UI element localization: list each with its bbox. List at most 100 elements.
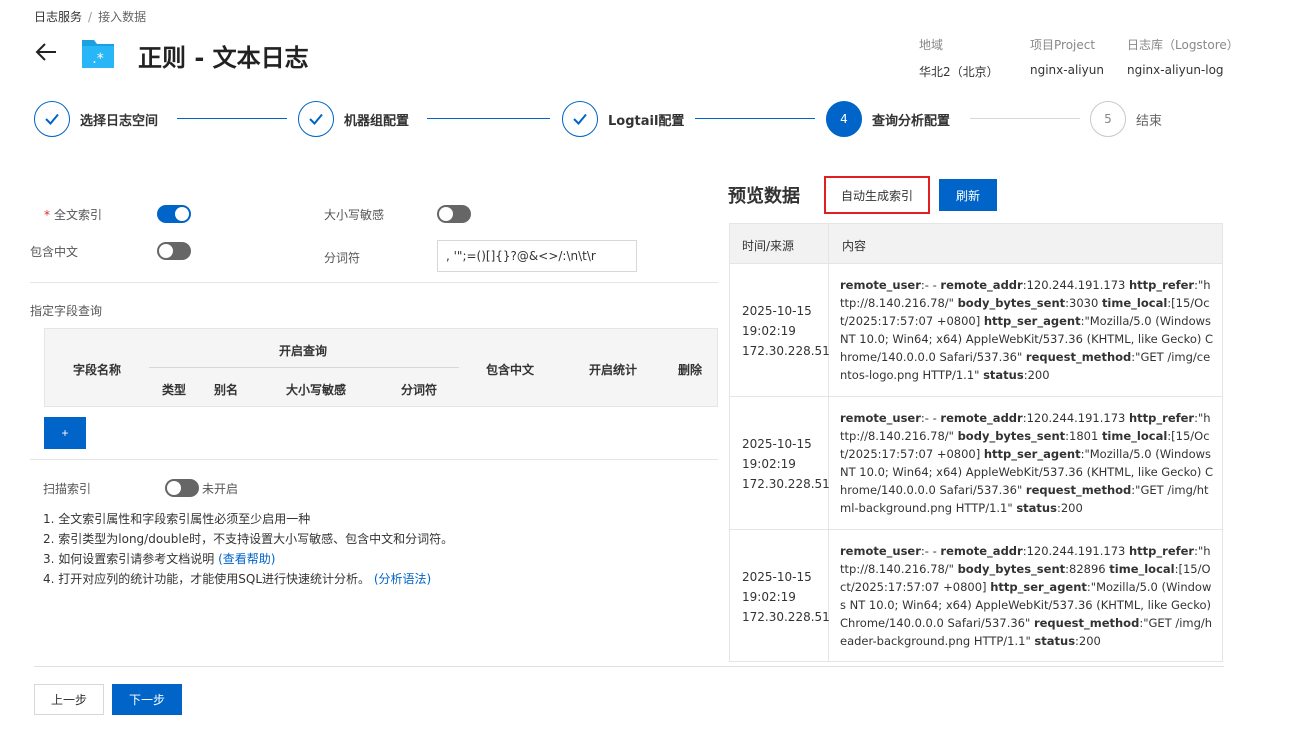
th-delimiter: 分词符 — [401, 383, 438, 397]
col-content: 内容 — [842, 239, 867, 253]
breadcrumb-root[interactable]: 日志服务 — [34, 10, 82, 24]
log-field-value: :120.244.191.173 — [1022, 278, 1129, 292]
log-field-value: :200 — [1056, 501, 1083, 515]
step-connector — [177, 118, 287, 119]
page-title: 正则 - 文本日志 — [138, 44, 309, 72]
breadcrumb: 日志服务 / 接入数据 — [34, 8, 146, 25]
check-icon — [298, 101, 334, 137]
required-mark: * — [44, 208, 50, 222]
log-field-key: remote_user — [840, 411, 921, 425]
syntax-link[interactable]: (分析语法) — [374, 572, 431, 586]
row-meta: 2025-10-15 19:02:19 172.30.228.51 — [742, 304, 830, 358]
log-field-key: remote_user — [840, 544, 921, 558]
th-field-name: 字段名称 — [73, 363, 122, 377]
log-field-value: :200 — [1075, 634, 1101, 648]
row-content: remote_user:- - remote_addr:120.244.191.… — [840, 542, 1214, 650]
delimiter-label: 分词符 — [324, 251, 361, 265]
col-time-source: 时间/来源 — [742, 239, 795, 253]
next-step-button[interactable]: 下一步 — [112, 684, 182, 715]
prev-step-button[interactable]: 上一步 — [34, 684, 104, 715]
table-row: 2025-10-15 19:02:19 172.30.228.51 remote_u… — [730, 530, 1222, 661]
note-item: 2. 索引类型为long/double时，不支持设置大小写敏感、包含中文和分词符… — [43, 532, 454, 546]
fulltext-index-toggle[interactable] — [157, 205, 191, 223]
refresh-button[interactable]: 刷新 — [939, 179, 997, 211]
log-field-key: remote_addr — [940, 544, 1023, 558]
log-field-value: :- - — [920, 411, 941, 425]
step-logtail-config: Logtail配置 — [562, 101, 684, 137]
divider — [30, 282, 718, 283]
log-field-key: request_method — [1025, 483, 1132, 497]
log-field-value: :200 — [1023, 368, 1050, 382]
log-field-value: :- - — [920, 544, 941, 558]
folder-star-icon: .* — [80, 36, 116, 70]
th-delete: 删除 — [678, 363, 703, 377]
meta-logstore: 日志库（Logstore） nginx-aliyun-log — [1127, 36, 1239, 77]
step-connector — [970, 118, 1080, 119]
help-link[interactable]: (查看帮助) — [218, 552, 275, 566]
add-field-button[interactable]: + — [44, 417, 86, 449]
th-enable-query: 开启查询 — [279, 344, 328, 358]
note-item: 4. 打开对应列的统计功能，才能使用SQL进行快速统计分析。 (分析语法) — [43, 572, 432, 586]
row-content: remote_user:- - remote_addr:120.244.191.… — [840, 276, 1214, 384]
delimiter-input[interactable] — [437, 240, 637, 272]
th-alias: 别名 — [214, 383, 239, 397]
footer-divider — [34, 666, 1224, 667]
step-connector — [427, 118, 550, 119]
meta-logstore-value: nginx-aliyun-log — [1127, 63, 1224, 77]
breadcrumb-current: 接入数据 — [98, 10, 147, 24]
log-field-key: http_ser_agent — [983, 447, 1081, 461]
log-field-key: remote_user — [840, 278, 921, 292]
log-field-key: request_method — [1033, 616, 1140, 630]
log-field-value: :- - — [920, 278, 941, 292]
step-label: 查询分析配置 — [872, 113, 951, 129]
notes-list: 1. 全文索引属性和字段索引属性必须至少启用一种 2. 索引类型为long/do… — [43, 509, 453, 589]
step-number: 4 — [826, 101, 862, 137]
step-finish: 5 结束 — [1090, 101, 1162, 137]
divider — [30, 459, 718, 460]
scan-index-toggle[interactable] — [165, 479, 199, 497]
th-include-chinese: 包含中文 — [486, 363, 535, 377]
table-row: 2025-10-15 19:02:19 172.30.228.51 remote_u… — [730, 397, 1222, 530]
note-item: 1. 全文索引属性和字段索引属性必须至少启用一种 — [43, 512, 311, 526]
log-field-value: :1801 — [1065, 429, 1102, 443]
field-index-table: 字段名称 开启查询 类型 别名 大小写敏感 分词符 包含中文 开启统计 删除 — [44, 328, 718, 407]
th-case-sensitive: 大小写敏感 — [286, 383, 347, 397]
meta-region: 地域 华北2（北京） — [919, 36, 999, 80]
case-sensitive-toggle[interactable] — [437, 205, 471, 223]
meta-region-value: 华北2（北京） — [919, 65, 999, 79]
preview-table: 时间/来源 内容 2025-10-15 19:02:19 172.30.228.51… — [729, 223, 1223, 662]
check-icon — [34, 101, 70, 137]
header-divider — [149, 367, 459, 368]
step-connector — [695, 118, 815, 119]
log-field-key: status — [1034, 634, 1076, 648]
include-chinese-label: 包含中文 — [30, 245, 79, 259]
step-label: 结束 — [1136, 113, 1163, 129]
fulltext-index-label: * 全文索引 — [44, 208, 103, 222]
log-field-key: status — [983, 368, 1024, 382]
row-meta: 2025-10-15 19:02:19 172.30.228.51 — [742, 437, 830, 491]
back-arrow-icon[interactable] — [34, 40, 58, 64]
step-label: Logtail配置 — [608, 113, 685, 129]
preview-title: 预览数据 — [728, 186, 800, 207]
step-number: 5 — [1090, 101, 1126, 137]
log-field-key: http_ser_agent — [983, 314, 1081, 328]
step-select-logspace: 选择日志空间 — [34, 101, 158, 137]
log-field-key: request_method — [1025, 350, 1132, 364]
step-label: 选择日志空间 — [80, 113, 159, 129]
table-row: 2025-10-15 19:02:19 172.30.228.51 remote_u… — [730, 264, 1222, 397]
log-field-key: http_refer — [1129, 278, 1195, 292]
log-field-key: http_ser_agent — [990, 580, 1087, 594]
meta-project-value: nginx-aliyun — [1030, 63, 1104, 77]
meta-project: 项目Project nginx-aliyun — [1030, 36, 1104, 77]
th-enable-stats: 开启统计 — [589, 363, 638, 377]
step-label: 机器组配置 — [344, 113, 410, 129]
log-field-key: time_local — [1101, 296, 1168, 310]
log-field-key: remote_addr — [940, 411, 1023, 425]
auto-generate-index-button[interactable]: 自动生成索引 — [824, 176, 930, 214]
row-content: remote_user:- - remote_addr:120.244.191.… — [840, 409, 1214, 517]
include-chinese-toggle[interactable] — [157, 242, 191, 260]
log-field-key: body_bytes_sent — [957, 296, 1066, 310]
meta-project-label: 项目Project — [1030, 38, 1096, 52]
log-field-value: :3030 — [1065, 296, 1102, 310]
log-field-key: body_bytes_sent — [957, 429, 1066, 443]
